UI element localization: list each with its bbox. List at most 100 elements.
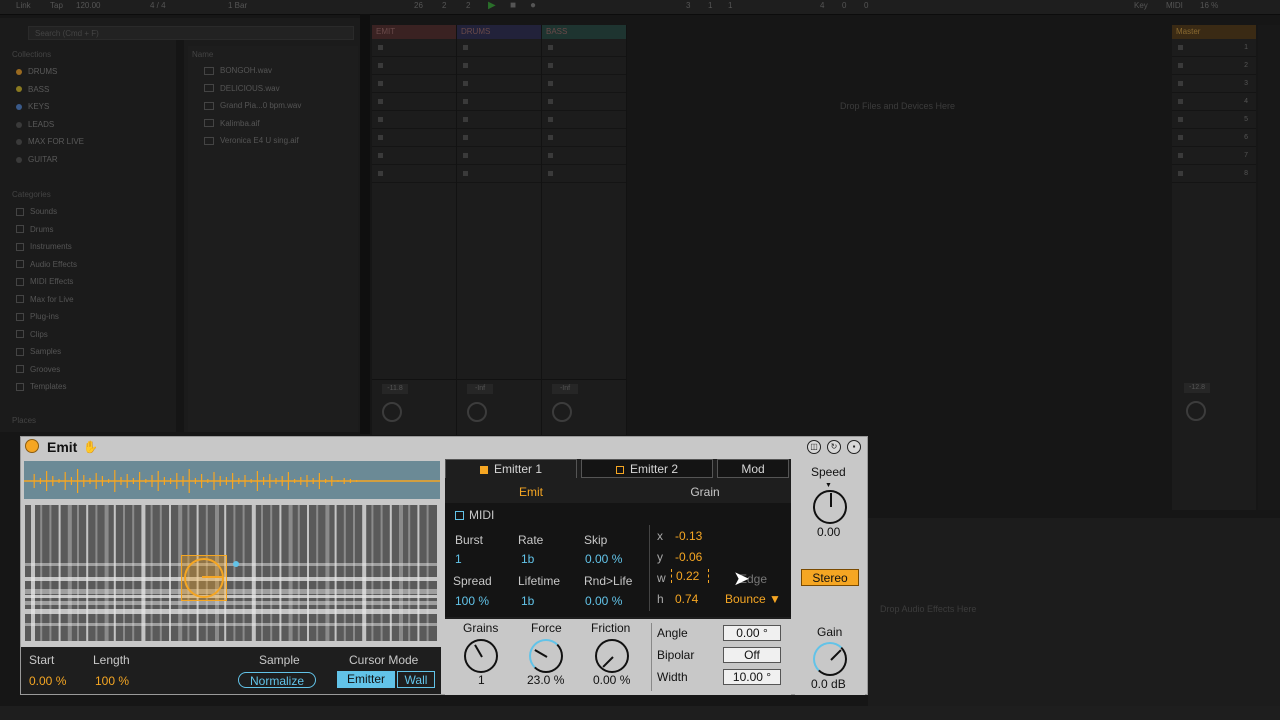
record-icon[interactable]: ● bbox=[530, 0, 536, 11]
stereo-button[interactable]: Stereo bbox=[801, 569, 859, 586]
loop-start-beat[interactable]: 1 bbox=[708, 1, 712, 10]
sample-waveform[interactable] bbox=[24, 461, 440, 499]
collection-item[interactable]: DRUMS bbox=[16, 67, 57, 76]
h-value[interactable]: 0.74 bbox=[675, 592, 698, 606]
track-header[interactable]: EMIT bbox=[372, 25, 456, 39]
category-item[interactable]: Instruments bbox=[16, 242, 72, 251]
angle-field[interactable]: 0.00 ° bbox=[723, 625, 781, 641]
midi-map-button[interactable]: MIDI bbox=[1166, 1, 1183, 10]
link-button[interactable]: Link bbox=[16, 1, 31, 10]
tab-emitter-2[interactable]: Emitter 2 bbox=[581, 459, 713, 478]
master-scene-slot[interactable]: 3 bbox=[1172, 75, 1256, 93]
clip-slot[interactable] bbox=[457, 147, 541, 165]
edge-select[interactable]: Bounce ▼ bbox=[725, 592, 781, 606]
collection-item[interactable]: BASS bbox=[16, 85, 49, 94]
subtab-grain[interactable]: Grain bbox=[619, 481, 791, 504]
clip-slot[interactable] bbox=[372, 57, 456, 75]
clip-slot[interactable] bbox=[542, 57, 626, 75]
file-item[interactable]: BONGOH.wav bbox=[204, 66, 272, 75]
skip-value[interactable]: 0.00 % bbox=[585, 552, 622, 566]
clip-slot[interactable] bbox=[457, 111, 541, 129]
master-pan-knob[interactable] bbox=[1186, 401, 1206, 421]
master-scene-slot[interactable]: 5 bbox=[1172, 111, 1256, 129]
master-scene-slot[interactable]: 1 bbox=[1172, 39, 1256, 57]
clip-slot[interactable] bbox=[542, 165, 626, 183]
bipolar-toggle[interactable]: Off bbox=[723, 647, 781, 663]
speed-knob[interactable] bbox=[813, 490, 847, 524]
clip-slot[interactable] bbox=[372, 39, 456, 57]
clip-slot[interactable] bbox=[542, 93, 626, 111]
spectrogram-view[interactable] bbox=[25, 505, 437, 641]
master-scene-slot[interactable]: 7 bbox=[1172, 147, 1256, 165]
loop-start-bar[interactable]: 3 bbox=[686, 1, 690, 10]
clip-slot[interactable] bbox=[542, 129, 626, 147]
subtab-emit[interactable]: Emit bbox=[445, 481, 617, 505]
grains-knob[interactable] bbox=[464, 639, 498, 673]
burst-value[interactable]: 1 bbox=[455, 552, 462, 566]
clip-slot[interactable] bbox=[372, 93, 456, 111]
clip-slot[interactable] bbox=[372, 129, 456, 147]
category-item[interactable]: Sounds bbox=[16, 207, 57, 216]
file-item[interactable]: Kalimba.aif bbox=[204, 119, 260, 128]
device-save-icon[interactable]: ▪ bbox=[847, 440, 861, 454]
device-presets-icon[interactable]: ◫ bbox=[807, 440, 821, 454]
clip-slot[interactable] bbox=[457, 165, 541, 183]
category-item[interactable]: Audio Effects bbox=[16, 260, 77, 269]
collection-item[interactable]: MAX FOR LIVE bbox=[16, 137, 84, 146]
tempo-field[interactable]: 120.00 bbox=[76, 1, 100, 10]
emitter-mode-button[interactable]: Emitter bbox=[337, 671, 395, 688]
master-scene-slot[interactable]: 4 bbox=[1172, 93, 1256, 111]
collection-item[interactable]: GUITAR bbox=[16, 155, 58, 164]
browser-divider[interactable] bbox=[360, 14, 370, 434]
clip-slot[interactable] bbox=[372, 75, 456, 93]
length-value[interactable]: 100 % bbox=[95, 674, 129, 688]
file-item[interactable]: Veronica E4 U sing.aif bbox=[204, 136, 299, 145]
clip-slot[interactable] bbox=[372, 147, 456, 165]
tab-emitter-1[interactable]: Emitter 1 bbox=[445, 459, 577, 478]
normalize-button[interactable]: Normalize bbox=[238, 672, 316, 688]
force-knob[interactable] bbox=[529, 639, 563, 673]
category-item[interactable]: Clips bbox=[16, 330, 48, 339]
category-item[interactable]: Grooves bbox=[16, 365, 60, 374]
loop-length-beat[interactable]: 0 bbox=[842, 1, 846, 10]
clip-slot[interactable] bbox=[372, 165, 456, 183]
collection-item[interactable]: KEYS bbox=[16, 102, 49, 111]
loop-start-sixteenth[interactable]: 1 bbox=[728, 1, 732, 10]
track-volume-field[interactable]: -Inf bbox=[467, 384, 493, 394]
rate-value[interactable]: 1b bbox=[521, 552, 534, 566]
clip-slot[interactable] bbox=[457, 75, 541, 93]
track-volume-field[interactable]: -11.8 bbox=[382, 384, 408, 394]
arrangement-position-bar[interactable]: 26 bbox=[414, 1, 423, 10]
master-track-header[interactable]: Master bbox=[1172, 25, 1256, 39]
master-scene-slot[interactable]: 2 bbox=[1172, 57, 1256, 75]
browser-search-input[interactable]: Search (Cmd + F) bbox=[28, 26, 354, 40]
arrangement-position-sixteenth[interactable]: 2 bbox=[466, 1, 470, 10]
gain-knob[interactable] bbox=[813, 642, 847, 676]
device-power-button[interactable] bbox=[25, 439, 39, 453]
emitter-circle[interactable] bbox=[184, 558, 224, 598]
rnd-life-value[interactable]: 0.00 % bbox=[585, 594, 622, 608]
track-pan-knob[interactable] bbox=[467, 402, 487, 422]
session-drop-area[interactable]: Drop Files and Devices Here bbox=[630, 25, 1170, 435]
clip-slot[interactable] bbox=[457, 93, 541, 111]
tab-mod[interactable]: Mod bbox=[717, 459, 789, 478]
friction-knob[interactable] bbox=[595, 639, 629, 673]
loop-length-bar[interactable]: 4 bbox=[820, 1, 824, 10]
category-item[interactable]: Drums bbox=[16, 225, 54, 234]
tap-button[interactable]: Tap bbox=[50, 1, 63, 10]
spread-value[interactable]: 100 % bbox=[455, 594, 489, 608]
clip-slot[interactable] bbox=[542, 147, 626, 165]
stop-icon[interactable]: ■ bbox=[510, 0, 516, 11]
quantization-select[interactable]: 1 Bar bbox=[228, 1, 247, 10]
browser-scrollbar[interactable] bbox=[176, 40, 184, 432]
track-volume-field[interactable]: -Inf bbox=[552, 384, 578, 394]
file-item[interactable]: Grand Pia...0 bpm.wav bbox=[204, 101, 301, 110]
clip-slot[interactable] bbox=[542, 75, 626, 93]
track-pan-knob[interactable] bbox=[382, 402, 402, 422]
file-item[interactable]: DELICIOUS.wav bbox=[204, 84, 280, 93]
w-value[interactable]: 0.22 bbox=[671, 569, 709, 583]
clip-slot[interactable] bbox=[457, 57, 541, 75]
x-value[interactable]: -0.13 bbox=[675, 529, 702, 543]
arrangement-position-beat[interactable]: 2 bbox=[442, 1, 446, 10]
category-item[interactable]: Max for Live bbox=[16, 295, 74, 304]
